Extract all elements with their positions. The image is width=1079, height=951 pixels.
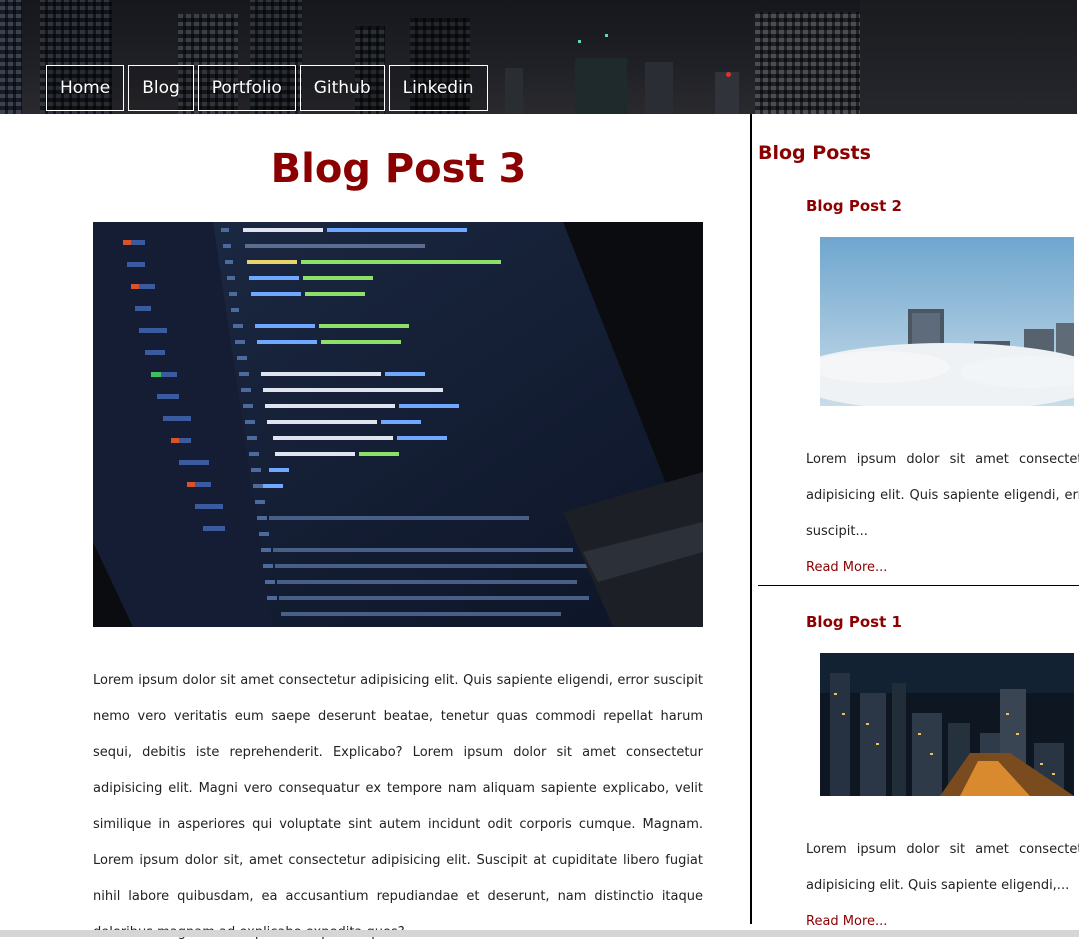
horizontal-scrollbar[interactable] [0, 930, 1079, 937]
read-more-link[interactable]: Read More... [806, 560, 887, 575]
nav-github-link[interactable]: Github [299, 65, 385, 111]
nav-linkedin-link[interactable]: Linkedin [388, 65, 488, 111]
read-more-link[interactable]: Read More... [806, 914, 887, 929]
nav-home-link[interactable]: Home [46, 65, 125, 111]
sidebar-post-title[interactable]: Blog Post 1 [806, 613, 902, 631]
sidebar-post-excerpt: Lorem ipsum dolor sit amet consectetur a… [806, 842, 1079, 893]
sidebar-post-image [820, 653, 1074, 796]
main-nav: Home Blog Portfolio Github Linkedin [46, 65, 488, 111]
sidebar-post-image [820, 237, 1074, 406]
sidebar-post-excerpt: Lorem ipsum dolor sit amet consectetur a… [806, 452, 1079, 539]
post-body: Lorem ipsum dolor sit amet consectetur a… [93, 673, 703, 940]
header-banner: Home Blog Portfolio Github Linkedin [0, 0, 1077, 114]
post-hero-image [93, 222, 703, 627]
sidebar-heading: Blog Posts [758, 142, 871, 164]
blog-post: Blog Post 3 Lorem ipsum dolor sit amet c… [0, 114, 750, 940]
nav-portfolio-link[interactable]: Portfolio [197, 65, 296, 111]
nav-blog-link[interactable]: Blog [128, 65, 194, 111]
sidebar-post-title[interactable]: Blog Post 2 [806, 197, 902, 215]
sidebar-divider [758, 585, 1079, 586]
sidebar: Blog Posts Blog Post 2 Lorem ipsum dolor… [752, 114, 1079, 930]
post-title: Blog Post 3 [270, 146, 527, 192]
